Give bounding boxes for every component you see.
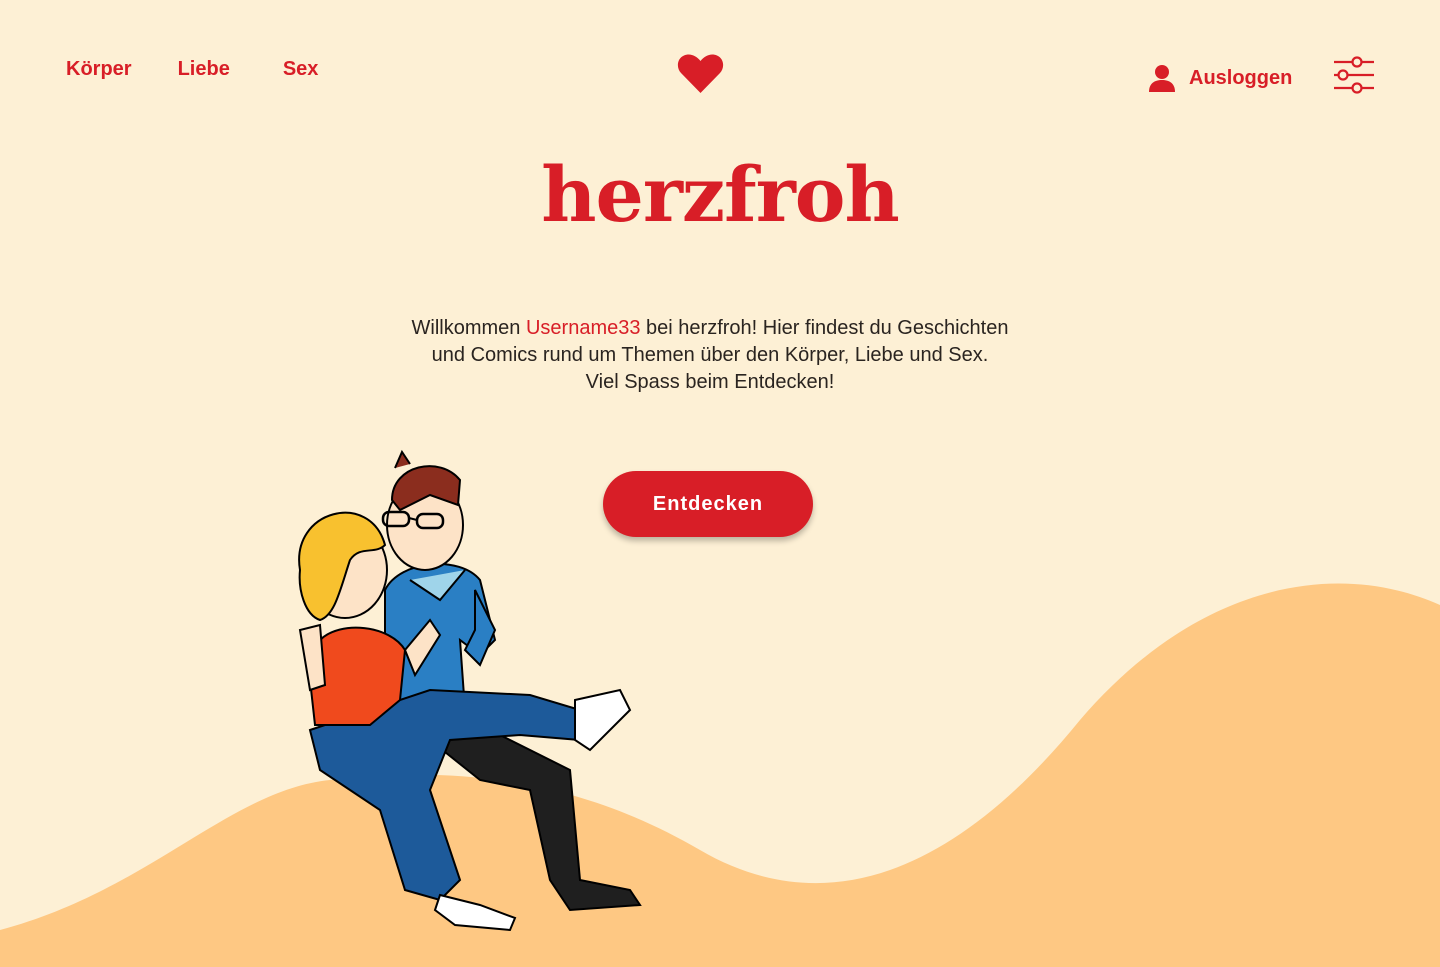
brand-title: herzfroh	[541, 150, 900, 239]
welcome-line3: Viel Spass beim Entdecken!	[585, 371, 835, 393]
heart-icon[interactable]	[677, 54, 724, 94]
logout-label: Ausloggen	[1189, 66, 1293, 89]
nav-item-liebe[interactable]: Liebe	[178, 58, 230, 81]
nav-item-koerper[interactable]: Körper	[66, 58, 132, 81]
main-nav: Körper Liebe Sex	[66, 58, 364, 81]
username: Username33	[525, 317, 641, 339]
welcome-line1: bei herzfroh! Hier findest du Geschichte…	[640, 317, 1009, 339]
welcome-line2: und Comics rund um Themen über den Körpe…	[431, 344, 989, 366]
welcome-prefix: Willkommen	[411, 317, 526, 339]
sliders-icon[interactable]	[1332, 56, 1376, 94]
nav-item-sex[interactable]: Sex	[283, 58, 319, 81]
logout-button[interactable]: Ausloggen	[1149, 64, 1292, 92]
welcome-text: Willkommen Username33 bei herzfroh! Hier…	[360, 315, 1060, 396]
user-icon	[1149, 65, 1175, 92]
couple-illustration	[298, 449, 642, 932]
